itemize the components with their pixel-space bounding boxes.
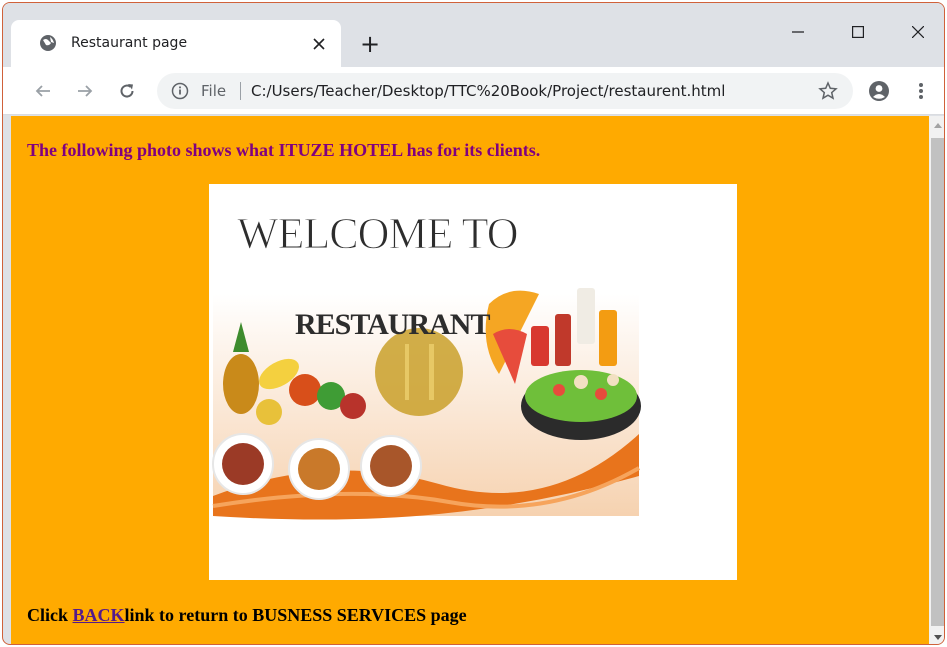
intro-text: The following photo shows what ITUZE HOT… [27, 140, 541, 160]
bookmark-star-icon[interactable] [817, 80, 839, 102]
profile-avatar-icon[interactable] [865, 77, 893, 105]
info-icon[interactable] [171, 82, 189, 100]
restaurant-photo: WELCOME TO RESTAURANT [209, 184, 737, 580]
omnibox-divider [240, 82, 241, 100]
plus-icon: + [359, 30, 381, 58]
more-menu-icon[interactable] [907, 77, 935, 105]
back-arrow-icon[interactable] [29, 77, 57, 105]
browser-window: Restaurant page + File C:/Users/Teacher/… [2, 2, 945, 645]
footer-prefix: Click [27, 605, 73, 625]
scroll-down-arrow-icon[interactable] [929, 629, 944, 644]
browser-toolbar: File C:/Users/Teacher/Desktop/TTC%20Book… [3, 67, 944, 115]
maximize-icon[interactable] [843, 17, 873, 47]
banner-subheading: RESTAURANT [295, 308, 490, 341]
footer-line: Click BACKlink to return to BUSNESS SERV… [27, 605, 467, 626]
scrollbar-thumb[interactable] [931, 138, 944, 626]
vertical-scrollbar[interactable] [929, 116, 944, 644]
globe-icon [39, 34, 57, 52]
url-scheme-label: File [201, 82, 227, 100]
reload-icon[interactable] [113, 77, 141, 105]
window-close-icon[interactable] [903, 17, 933, 47]
scroll-up-arrow-icon[interactable] [929, 116, 944, 133]
forward-arrow-icon[interactable] [71, 77, 99, 105]
back-link[interactable]: BACK [73, 605, 125, 625]
tab-restaurant-page[interactable]: Restaurant page [11, 20, 341, 67]
footer-suffix: link to return to BUSNESS SERVICES page [124, 605, 467, 625]
tab-close-icon[interactable] [307, 32, 331, 56]
banner-heading: WELCOME TO [237, 209, 517, 258]
page-content: The following photo shows what ITUZE HOT… [11, 116, 929, 644]
address-bar[interactable]: File C:/Users/Teacher/Desktop/TTC%20Book… [157, 73, 853, 109]
new-tab-button[interactable]: + [357, 30, 383, 58]
url-text[interactable]: C:/Users/Teacher/Desktop/TTC%20Book/Proj… [251, 82, 725, 100]
minimize-icon[interactable] [783, 17, 813, 47]
tab-strip: Restaurant page + [3, 3, 944, 67]
tab-title: Restaurant page [71, 35, 188, 51]
